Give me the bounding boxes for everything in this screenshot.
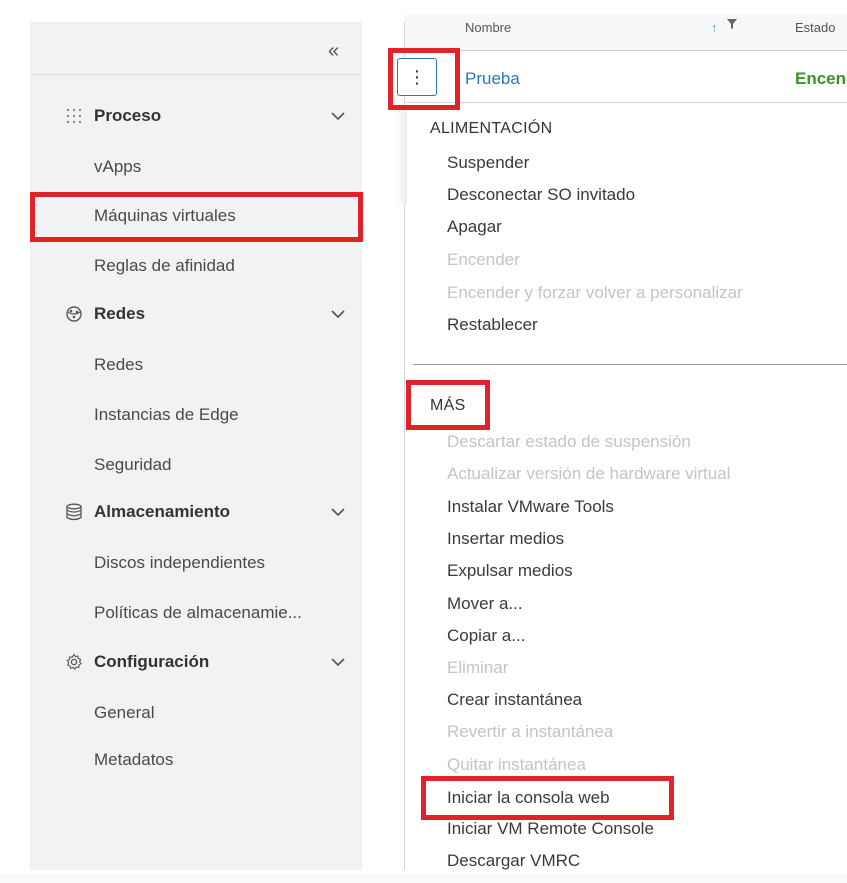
sidebar-item-seguridad[interactable]: Seguridad [94,453,172,477]
menu-item-expulsar-medios[interactable]: Expulsar medios [447,559,573,583]
chevron-down-icon[interactable] [326,650,350,674]
sidebar-group-label: Almacenamiento [94,502,231,521]
sidebar-group-label: Redes [94,304,146,323]
screenshot-frame: « Proceso vApps Máquinas virtuales Regla… [0,0,847,883]
vm-actions-kebab-button[interactable]: ⋮ [397,58,437,96]
sidebar-group-label: Proceso [94,106,162,125]
gear-icon [64,652,84,672]
sidebar-divider [30,74,362,75]
menu-header-alimentacion: ALIMENTACIÓN [430,120,553,137]
sidebar-item-vapps[interactable]: vApps [94,155,141,179]
sidebar-item-instancias-edge[interactable]: Instancias de Edge [94,403,239,427]
sidebar-group-label: Configuración [94,652,210,671]
sidebar-item-politicas-almacenamiento[interactable]: Políticas de almacenamie... [94,601,302,625]
network-globe-icon [64,304,84,324]
menu-item-insertar-medios[interactable]: Insertar medios [447,527,564,551]
chevron-down-icon[interactable] [326,302,350,326]
collapse-sidebar-button[interactable]: « [328,40,339,63]
sidebar-item-general[interactable]: General [94,701,154,725]
chevron-down-icon[interactable] [326,104,350,128]
menu-item-instalar-vmware-tools[interactable]: Instalar VMware Tools [447,495,614,519]
menu-item-iniciar-vm-remote-console[interactable]: Iniciar VM Remote Console [447,817,654,841]
sort-ascending-icon[interactable]: ↑ [711,20,718,35]
sidebar: « [30,22,362,870]
menu-item-quitar-instantanea: Quitar instantánea [447,755,586,774]
menu-item-actualizar-version-de-hardware-virtual: Actualizar versión de hardware virtual [447,464,731,483]
database-icon [64,502,84,522]
vm-name-link[interactable]: Prueba [465,69,520,89]
menu-item-encender-y-forzar-volver-a-personalizar: Encender y forzar volver a personalizar [447,283,743,302]
table-header: Nombre ↑ Estado [405,14,847,51]
sidebar-group-configuracion[interactable]: Configuración [64,650,354,674]
menu-item-copiar-a[interactable]: Copiar a... [447,624,525,648]
menu-item-crear-instantanea[interactable]: Crear instantánea [447,688,582,712]
menu-item-restablecer[interactable]: Restablecer [447,313,538,337]
sidebar-item-metadatos[interactable]: Metadatos [94,748,173,772]
sidebar-group-almacenamiento[interactable]: Almacenamiento [64,500,354,524]
menu-item-descartar-estado-de-suspension: Descartar estado de suspensión [447,432,691,451]
sidebar-item-redes[interactable]: Redes [94,353,143,377]
column-header-estado[interactable]: Estado [795,20,835,35]
column-header-nombre[interactable]: Nombre [465,20,511,35]
menu-item-iniciar-la-consola-web[interactable]: Iniciar la consola web [447,786,610,810]
sidebar-item-discos-independientes[interactable]: Discos independientes [94,551,265,575]
filter-icon[interactable] [727,18,737,33]
sidebar-group-proceso[interactable]: Proceso [64,104,354,128]
menu-item-revertir-a-instantanea: Revertir a instantánea [447,722,614,741]
sidebar-item-reglas-afinidad[interactable]: Reglas de afinidad [94,254,235,278]
menu-item-mover-a[interactable]: Mover a... [447,592,523,616]
chevron-down-icon[interactable] [326,500,350,524]
menu-separator [413,364,847,365]
menu-item-descargar-vmrc[interactable]: Descargar VMRC [447,849,580,873]
menu-item-apagar[interactable]: Apagar [447,215,502,239]
menu-shadow [396,104,407,204]
grid-dots-icon [64,106,84,126]
menu-item-encender: Encender [447,250,520,269]
menu-item-suspender[interactable]: Suspender [447,151,529,175]
menu-item-desconectar-so-invitado[interactable]: Desconectar SO invitado [447,183,635,207]
bottom-edge [0,874,847,883]
menu-header-mas: MÁS [430,397,466,414]
vm-status-badge: Encendido [795,69,847,88]
sidebar-item-maquinas-virtuales[interactable]: Máquinas virtuales [94,204,236,228]
menu-item-eliminar: Eliminar [447,658,509,677]
sidebar-group-redes[interactable]: Redes [64,302,354,326]
